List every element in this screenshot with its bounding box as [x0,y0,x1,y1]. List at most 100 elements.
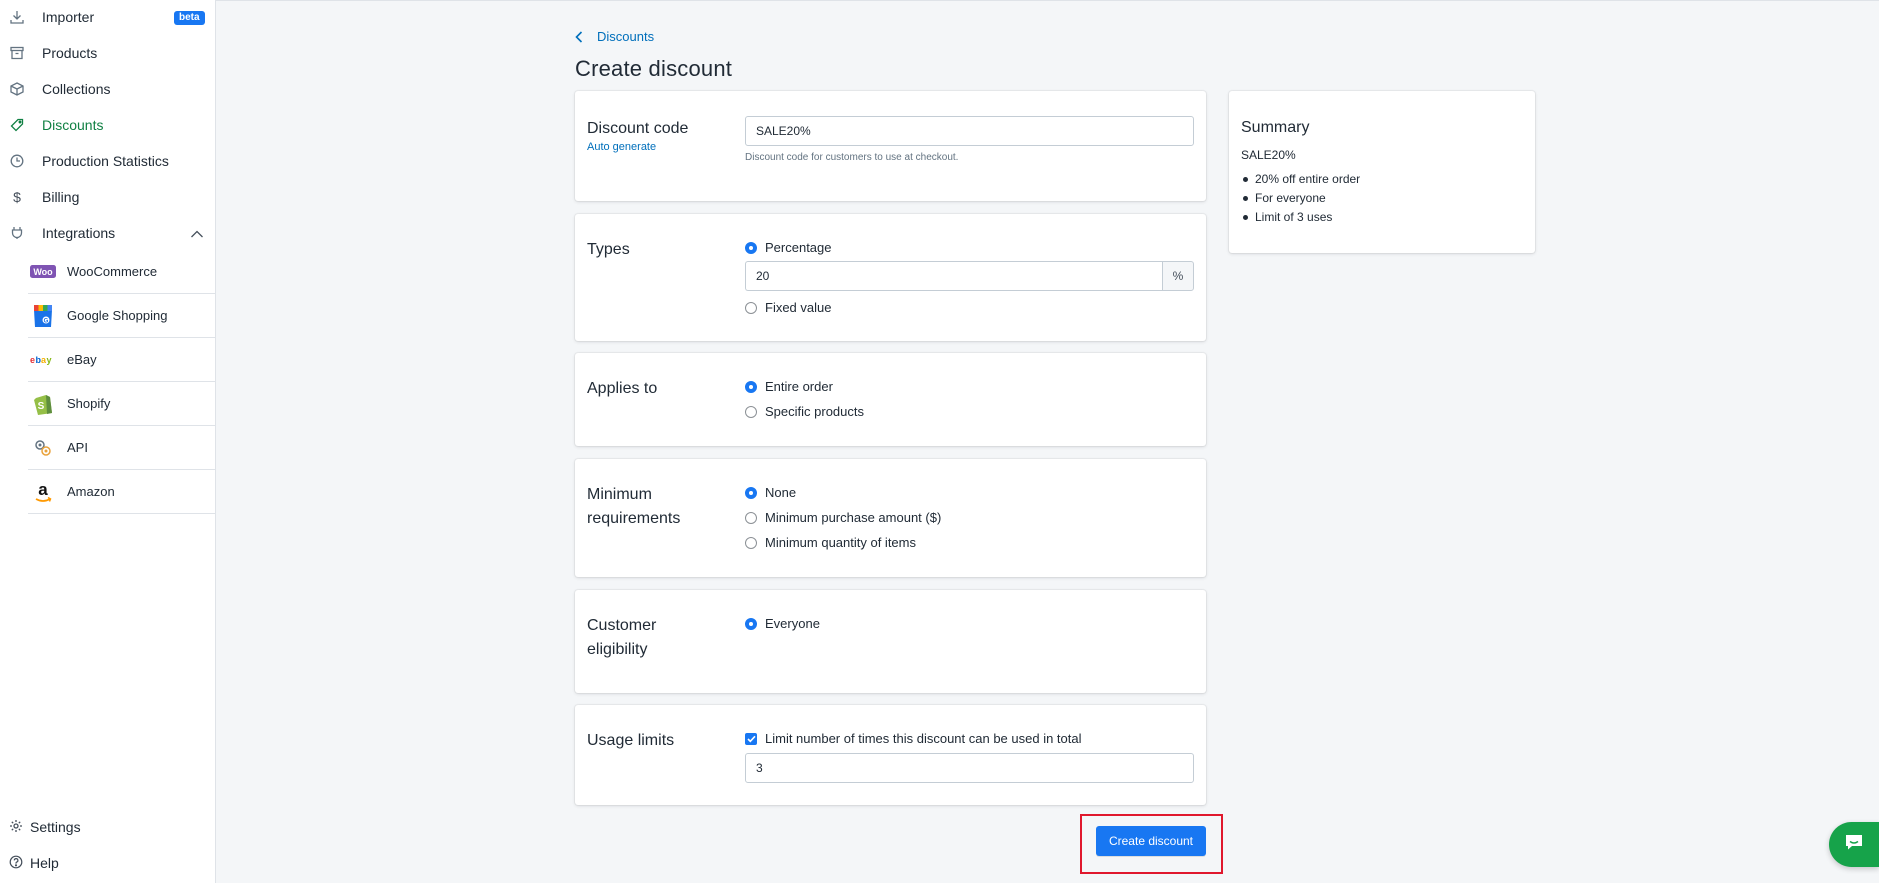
integration-shopify[interactable]: S Shopify [28,382,215,426]
everyone-label: Everyone [765,616,820,631]
summary-card: Summary SALE20% 20% off entire order For… [1229,91,1535,253]
sidebar-item-discounts[interactable]: Discounts [0,110,215,140]
usage-limits-label: Usage limits [587,732,675,749]
sidebar-item-products[interactable]: Products [0,38,215,68]
integration-ebay[interactable]: ebay eBay [28,338,215,382]
summary-list: 20% off entire order For everyone Limit … [1241,170,1360,227]
api-icon [30,435,56,461]
entire-order-option[interactable]: Entire order [745,379,833,394]
breadcrumb[interactable]: Discounts [575,29,654,44]
minimum-quantity-option[interactable]: Minimum quantity of items [745,535,916,550]
minimum-purchase-radio[interactable] [745,511,757,524]
eligibility-label-line1: Customer [587,617,657,634]
sidebar-item-settings[interactable]: Settings [0,814,215,840]
chat-button[interactable] [1829,822,1879,867]
tag-icon [9,117,25,133]
sidebar-item-billing[interactable]: $ Billing [0,182,215,212]
limit-total-label: Limit number of times this discount can … [765,731,1082,746]
box-icon [9,81,25,97]
svg-text:Woo: Woo [33,267,53,277]
integration-google-shopping[interactable]: G Google Shopping [28,294,215,338]
types-label: Types [587,241,630,258]
sidebar-item-label: Integrations [42,225,116,241]
chevron-left-icon [575,30,583,43]
svg-text:S: S [38,401,45,412]
auto-generate-link[interactable]: Auto generate [587,141,656,153]
specific-products-option[interactable]: Specific products [745,404,864,419]
minimum-label-line2: requirements [587,510,681,527]
types-card: Types Percentage % Fixed value [575,214,1206,341]
integration-label: Amazon [67,484,115,499]
sidebar-item-collections[interactable]: Collections [0,74,215,104]
limit-total-option[interactable]: Limit number of times this discount can … [745,731,1082,746]
entire-order-label: Entire order [765,379,833,394]
summary-item: For everyone [1241,189,1360,208]
sidebar-item-label: Products [42,45,98,61]
applies-to-card: Applies to Entire order Specific product… [575,353,1206,446]
integration-amazon[interactable]: a Amazon [28,470,215,514]
usage-limit-input[interactable] [745,753,1194,783]
dollar-icon: $ [13,189,21,205]
sidebar-item-label: Billing [42,189,80,205]
summary-item: 20% off entire order [1241,170,1360,189]
integration-api[interactable]: API [28,426,215,470]
sidebar-item-importer[interactable]: Importer beta [0,2,215,32]
fixed-value-option[interactable]: Fixed value [745,300,831,315]
sidebar: Importer beta Products Collections Disco… [0,0,216,883]
plug-icon [9,225,25,241]
percentage-option[interactable]: Percentage [745,240,832,255]
chevron-up-icon[interactable] [190,226,204,244]
google-shopping-logo: G [30,303,56,329]
minimum-label-line1: Minimum [587,486,652,503]
sidebar-item-label: Discounts [42,117,104,133]
minimum-none-radio[interactable] [745,486,757,499]
percentage-value-field: % [745,261,1194,291]
discount-code-input[interactable] [745,116,1194,146]
sidebar-item-integrations[interactable]: Integrations [0,218,215,248]
gear-icon [9,819,23,838]
everyone-radio[interactable] [745,617,757,630]
applies-to-label: Applies to [587,380,658,397]
discount-code-label: Discount code [587,120,689,137]
eligibility-label-line2: eligibility [587,641,648,658]
minimum-quantity-label: Minimum quantity of items [765,535,916,550]
specific-products-radio[interactable] [745,405,757,418]
download-icon [9,9,25,25]
sidebar-item-label: Importer [42,9,95,25]
integration-label: WooCommerce [67,264,158,279]
svg-text:G: G [44,318,49,324]
discount-code-card: Discount code Auto generate Discount cod… [575,91,1206,201]
customer-eligibility-card: Customer eligibility Everyone [575,590,1206,693]
svg-text:y: y [47,355,52,365]
minimum-quantity-radio[interactable] [745,536,757,549]
minimum-requirements-card: Minimum requirements None Minimum purcha… [575,459,1206,577]
settings-label: Settings [30,819,81,835]
everyone-option[interactable]: Everyone [745,616,820,631]
specific-products-label: Specific products [765,404,864,419]
summary-title: Summary [1241,119,1310,136]
integration-woocommerce[interactable]: Woo WooCommerce [28,250,215,294]
sidebar-item-production-statistics[interactable]: Production Statistics [0,146,215,176]
sidebar-item-label: Production Statistics [42,153,169,169]
create-discount-button[interactable]: Create discount [1096,826,1206,856]
sidebar-item-label: Collections [42,81,111,97]
fixed-value-radio[interactable] [745,301,757,314]
minimum-none-label: None [765,485,797,500]
percent-suffix: % [1162,261,1194,291]
shopify-logo: S [30,391,56,417]
integration-label: API [67,440,88,455]
sidebar-item-help[interactable]: Help [0,850,215,876]
beta-badge: beta [174,11,205,25]
main-content: Discounts Create discount Discount code … [216,0,1879,883]
entire-order-radio[interactable] [745,380,757,393]
woocommerce-logo: Woo [30,259,56,285]
page-title: Create discount [575,56,733,81]
limit-total-checkbox[interactable] [745,732,757,745]
percentage-radio[interactable] [745,241,757,254]
percentage-value-input[interactable] [745,261,1162,291]
breadcrumb-link[interactable]: Discounts [597,29,654,44]
integration-label: Shopify [67,396,111,411]
minimum-purchase-option[interactable]: Minimum purchase amount ($) [745,510,941,525]
svg-text:e: e [30,355,35,365]
minimum-none-option[interactable]: None [745,485,796,500]
